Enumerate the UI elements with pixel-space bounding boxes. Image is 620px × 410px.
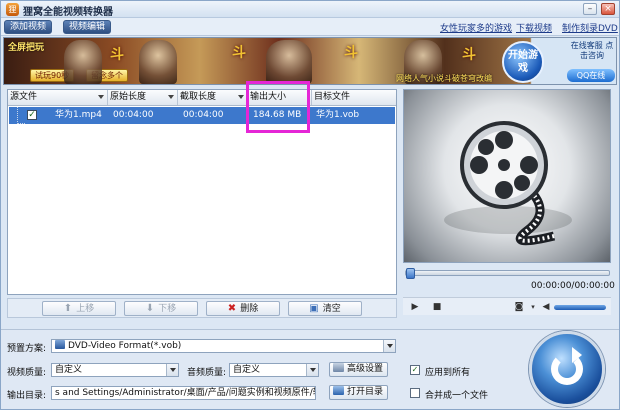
seek-handle[interactable] xyxy=(406,268,415,279)
dvd-format-icon xyxy=(55,340,65,349)
column-target[interactable]: 目标文件 xyxy=(312,90,396,105)
arrow-tip-icon xyxy=(572,347,582,363)
audio-quality-label: 音频质量: xyxy=(187,368,227,378)
player-controls: ▶ ■ ◙ ▾ ◀ xyxy=(403,297,611,315)
apply-all-checkbox[interactable]: ✓ xyxy=(410,365,420,375)
seek-bar[interactable] xyxy=(405,268,610,279)
volume-slider[interactable] xyxy=(554,305,606,310)
ad-banner[interactable]: 全屏把玩 试玩90秒 留念多个 斗 斗 斗 斗 网络人气小说斗破苍穹改编 开始游… xyxy=(3,37,617,85)
column-source[interactable]: 源文件 xyxy=(8,90,108,105)
chevron-down-icon xyxy=(166,364,178,376)
close-button[interactable]: × xyxy=(601,3,615,15)
folder-icon xyxy=(333,386,344,395)
column-clip-length[interactable]: 截取长度 xyxy=(178,90,248,105)
sort-arrow-icon xyxy=(98,95,104,99)
clear-button[interactable]: ▣ 清空 xyxy=(288,301,362,316)
banner-character-image xyxy=(266,40,312,84)
orig-length-cell: 00:04:00 xyxy=(113,110,154,120)
qq-online-button[interactable]: QQ在线 xyxy=(567,69,615,82)
app-logo-icon: 狸 xyxy=(6,3,19,16)
sort-arrow-icon xyxy=(238,95,244,99)
move-down-button[interactable]: ⬇ 下移 xyxy=(124,301,198,316)
open-directory-button[interactable]: 打开目录 xyxy=(329,385,389,400)
video-quality-label: 视频质量: xyxy=(7,368,47,378)
arrow-down-icon: ⬇ xyxy=(145,303,155,314)
preset-select[interactable]: DVD-Video Format(*.vob) xyxy=(51,339,396,353)
list-actions-bar: ⬆ 上移 ⬇ 下移 ✖ 删除 ▣ 清空 xyxy=(7,298,397,318)
output-dir-field[interactable]: s and Settings/Administrator/桌面/产品/问题实例和… xyxy=(51,386,316,400)
speaker-icon[interactable]: ◀ xyxy=(540,301,552,313)
banner-glyph: 斗 xyxy=(110,47,124,63)
add-video-button[interactable]: 添加视频 xyxy=(4,20,53,34)
banner-glyph: 斗 xyxy=(462,47,476,63)
chevron-down-icon xyxy=(306,364,318,376)
chevron-down-icon[interactable]: ▾ xyxy=(527,301,539,313)
app-window: 狸 狸窝全能视频转换器 – × 添加视频 视频编辑 女性玩家多的游戏 下载视频 … xyxy=(0,0,620,410)
file-table[interactable]: 源文件 原始长度 截取长度 输出大小 目标文件 ✓ 华为1.mp4 00:04:… xyxy=(7,89,397,295)
banner-character-image xyxy=(139,40,177,84)
start-game-button[interactable]: 开始游戏 xyxy=(502,41,544,83)
banner-fullscreen-label[interactable]: 全屏把玩 xyxy=(8,40,44,53)
clear-icon: ▣ xyxy=(309,303,319,314)
timecode-display: 00:00:00/00:00:00 xyxy=(531,281,615,291)
output-dir-label: 输出目录: xyxy=(7,391,47,401)
delete-button[interactable]: ✖ 删除 xyxy=(206,301,280,316)
banner-character-image xyxy=(64,40,102,84)
title-bar: 狸 狸窝全能视频转换器 – × xyxy=(1,1,619,18)
stop-icon[interactable]: ■ xyxy=(431,301,443,313)
online-service-link[interactable]: 在线客服 点击咨询 xyxy=(567,41,616,61)
arrow-up-icon: ⬆ xyxy=(63,303,73,314)
source-file-cell: 华为1.mp4 xyxy=(55,110,102,120)
window-title: 狸窝全能视频转换器 xyxy=(23,7,113,18)
link-female-games[interactable]: 女性玩家多的游戏 xyxy=(440,21,512,34)
table-header: 源文件 原始长度 截取长度 输出大小 目标文件 xyxy=(8,90,396,106)
merge-checkbox[interactable] xyxy=(410,388,420,398)
row-checkbox[interactable]: ✓ xyxy=(27,110,37,120)
banner-caption: 网络人气小说斗破苍穹改编 xyxy=(396,74,492,83)
chevron-down-icon xyxy=(383,340,395,352)
highlight-box xyxy=(246,81,310,133)
edit-video-button[interactable]: 视频编辑 xyxy=(63,20,112,34)
move-up-button[interactable]: ⬆ 上移 xyxy=(42,301,116,316)
advanced-settings-button[interactable]: 高级设置 xyxy=(329,362,389,377)
column-orig-length[interactable]: 原始长度 xyxy=(108,90,178,105)
menu-bar: 添加视频 视频编辑 女性玩家多的游戏 下载视频 制作刻录DVD xyxy=(1,18,619,36)
delete-x-icon: ✖ xyxy=(227,303,237,314)
target-file-cell: 华为1.vob xyxy=(316,110,360,120)
minimize-button[interactable]: – xyxy=(583,3,597,15)
tree-line xyxy=(17,107,25,124)
camera-icon[interactable]: ◙ xyxy=(513,301,525,313)
preset-label: 预置方案: xyxy=(7,344,47,354)
table-row[interactable]: ✓ 华为1.mp4 00:04:00 00:04:00 184.68 MB 华为… xyxy=(9,107,395,124)
link-burn-dvd[interactable]: 制作刻录DVD xyxy=(562,21,618,34)
tools-icon xyxy=(333,363,344,372)
merge-label: 合并成一个文件 xyxy=(425,391,489,401)
video-preview xyxy=(403,89,611,263)
apply-all-label: 应用到所有 xyxy=(425,368,471,378)
audio-quality-select[interactable]: 自定义 xyxy=(229,363,319,377)
video-quality-select[interactable]: 自定义 xyxy=(51,363,179,377)
banner-glyph: 斗 xyxy=(232,45,246,61)
clip-length-cell: 00:04:00 xyxy=(183,110,224,120)
banner-glyph: 斗 xyxy=(344,45,358,61)
settings-panel: 预置方案: DVD-Video Format(*.vob) 视频质量: 自定义 … xyxy=(1,329,619,409)
convert-button[interactable] xyxy=(529,331,605,407)
film-reel-icon xyxy=(444,121,572,246)
sort-arrow-icon xyxy=(168,95,174,99)
play-icon[interactable]: ▶ xyxy=(409,301,421,313)
link-download-video[interactable]: 下载视频 xyxy=(516,21,552,34)
